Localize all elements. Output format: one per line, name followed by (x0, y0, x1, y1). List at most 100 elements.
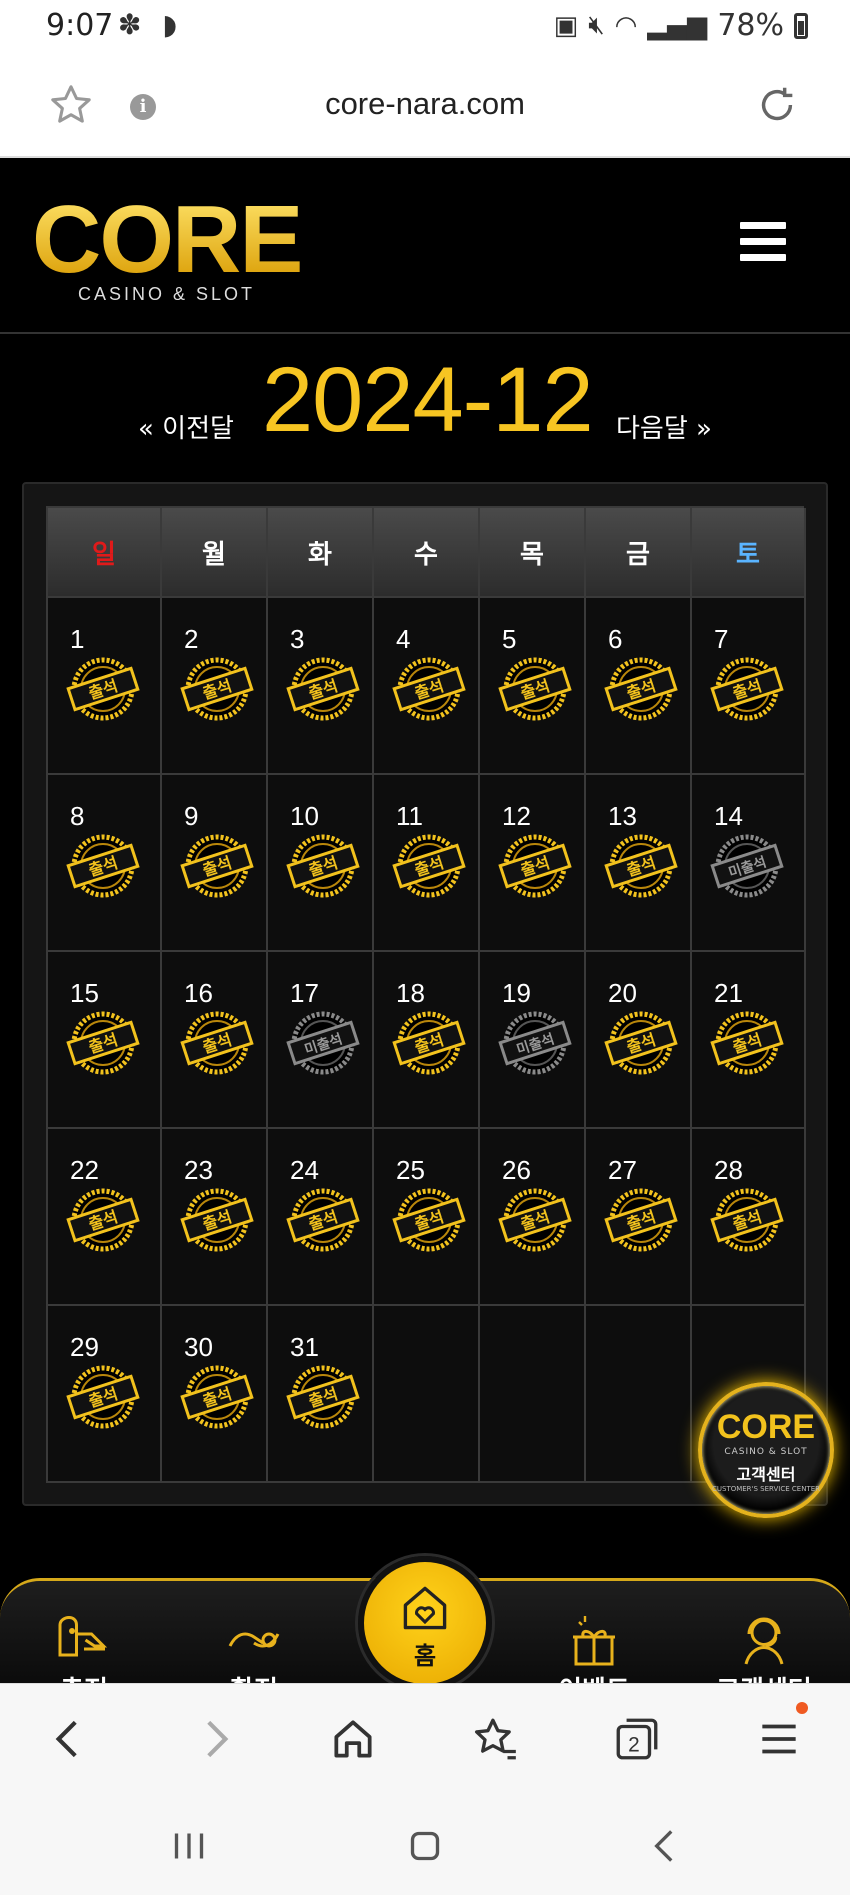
present-stamp-icon: 출석 (66, 1365, 140, 1429)
menu-icon[interactable] (754, 1714, 804, 1764)
present-stamp-icon: 출석 (710, 1011, 784, 1075)
present-stamp-icon: 출석 (604, 1011, 678, 1075)
day-number: 6 (608, 624, 623, 654)
present-stamp-icon: 출석 (66, 1188, 140, 1252)
back-icon[interactable] (44, 1714, 94, 1764)
day-number: 4 (396, 624, 411, 654)
system-home-icon[interactable] (400, 1821, 450, 1871)
wifi-icon: ◠ (614, 10, 638, 41)
present-stamp-icon: 출석 (392, 834, 466, 898)
status-time: 9:07 (46, 8, 114, 43)
core-logo[interactable]: CORE CASINO & SLOT (32, 192, 303, 305)
day-number: 8 (70, 801, 85, 831)
day-cell: 16 출석 (162, 952, 268, 1129)
day-number: 10 (290, 801, 319, 831)
nav-support-label: 고객센터 (704, 1670, 824, 1683)
day-cell: 25 출석 (374, 1129, 480, 1306)
absent-stamp-icon: 미출석 (286, 1011, 360, 1075)
absent-stamp-icon: 미출석 (498, 1011, 572, 1075)
day-cell: 18 출석 (374, 952, 480, 1129)
tabs-icon[interactable]: 2 (612, 1714, 662, 1764)
day-number: 17 (290, 978, 319, 1008)
nav-home-button[interactable]: 홈 (358, 1556, 492, 1683)
notification-icons: ✽ ◗ (118, 8, 184, 41)
site-bottom-nav: 충전 환전 홈 이벤트 (0, 1556, 850, 1683)
float-label-en: CUSTOMER'S SERVICE CENTER (711, 1485, 820, 1493)
day-number: 23 (184, 1155, 213, 1185)
day-cell: 30 출석 (162, 1306, 268, 1483)
present-stamp-icon: 출석 (498, 834, 572, 898)
day-number: 11 (396, 801, 423, 831)
nav-withdraw-label: 환전 (194, 1670, 314, 1683)
nav-deposit[interactable]: 충전 (24, 1612, 144, 1683)
day-cell: 13 출석 (586, 775, 692, 952)
nav-event[interactable]: 이벤트 (534, 1612, 654, 1683)
day-cell: 17 미출석 (268, 952, 374, 1129)
day-cell: 7 출석 (692, 598, 806, 775)
forward-icon[interactable] (190, 1714, 240, 1764)
float-label: 고객센터 (736, 1465, 796, 1484)
weekday-header: 일 (48, 508, 162, 598)
nav-support[interactable]: 고객센터 (704, 1612, 824, 1683)
day-cell: 8 출석 (48, 775, 162, 952)
recent-apps-icon[interactable] (164, 1821, 214, 1871)
browser-toolbar: 2 (0, 1683, 850, 1795)
url-text[interactable]: core-nara.com (0, 86, 850, 122)
browser-address-bar: i core-nara.com (0, 54, 850, 158)
present-stamp-icon: 출석 (180, 657, 254, 721)
day-number: 22 (70, 1155, 99, 1185)
attendance-calendar: 일 월 화 수 목 금 토 1 출석 2 출석 3 출석 4 출석 5 출석 6 출석 7 출석 8 출석 9 출석 10 출석 11… (22, 482, 828, 1506)
nav-withdraw[interactable]: 환전 (194, 1612, 314, 1683)
day-number: 27 (608, 1155, 637, 1185)
present-stamp-icon: 출석 (286, 834, 360, 898)
website: CORE CASINO & SLOT « 이전달 2024-12 다음달 » 일… (0, 158, 850, 1683)
nav-deposit-label: 충전 (24, 1670, 144, 1683)
mute-icon: 🔇︎ (588, 10, 605, 40)
day-cell: 4 출석 (374, 598, 480, 775)
absent-stamp-icon: 미출석 (710, 834, 784, 898)
weekday-header: 화 (268, 508, 374, 598)
home-icon[interactable] (328, 1714, 378, 1764)
present-stamp-icon: 출석 (180, 834, 254, 898)
empty-day-cell (374, 1306, 480, 1483)
calendar-grid: 일 월 화 수 목 금 토 1 출석 2 출석 3 출석 4 출석 5 출석 6 출석 7 출석 8 출석 9 출석 10 출석 11… (46, 506, 806, 1483)
nfc-icon: ▣ (553, 10, 579, 41)
customer-service-float-button[interactable]: CORE CASINO & SLOT 고객센터 CUSTOMER'S SERVI… (698, 1382, 834, 1518)
day-number: 12 (502, 801, 531, 831)
hamburger-menu-icon[interactable] (740, 222, 786, 262)
battery-icon (794, 12, 808, 39)
bookmarks-icon[interactable] (470, 1714, 520, 1764)
weekday-header: 토 (692, 508, 806, 598)
day-cell: 3 출석 (268, 598, 374, 775)
present-stamp-icon: 출석 (710, 657, 784, 721)
day-cell: 1 출석 (48, 598, 162, 775)
present-stamp-icon: 출석 (498, 1188, 572, 1252)
day-cell: 6 출석 (586, 598, 692, 775)
signal-icon: ▂▄▆ (647, 10, 708, 41)
status-bar: 9:07 ✽ ◗ ▣ 🔇︎ ◠ ▂▄▆ 78% (0, 0, 850, 54)
day-cell: 23 출석 (162, 1129, 268, 1306)
reload-icon[interactable] (754, 82, 800, 128)
weekday-header: 월 (162, 508, 268, 598)
notification-dot (796, 1702, 808, 1714)
present-stamp-icon: 출석 (180, 1365, 254, 1429)
day-number: 24 (290, 1155, 319, 1185)
day-cell: 11 출석 (374, 775, 480, 952)
day-number: 20 (608, 978, 637, 1008)
day-cell: 26 출석 (480, 1129, 586, 1306)
present-stamp-icon: 출석 (66, 1011, 140, 1075)
day-cell: 15 출석 (48, 952, 162, 1129)
day-cell: 24 출석 (268, 1129, 374, 1306)
present-stamp-icon: 출석 (392, 1011, 466, 1075)
day-number: 13 (608, 801, 637, 831)
day-cell: 29 출석 (48, 1306, 162, 1483)
tab-count: 2 (628, 1734, 640, 1757)
day-cell: 31 출석 (268, 1306, 374, 1483)
next-month-link[interactable]: 다음달 » (616, 408, 712, 445)
day-number: 1 (70, 624, 85, 654)
system-back-icon[interactable] (640, 1821, 690, 1871)
present-stamp-icon: 출석 (286, 657, 360, 721)
day-cell: 28 출석 (692, 1129, 806, 1306)
day-cell: 22 출석 (48, 1129, 162, 1306)
prev-month-link[interactable]: « 이전달 (138, 408, 234, 445)
